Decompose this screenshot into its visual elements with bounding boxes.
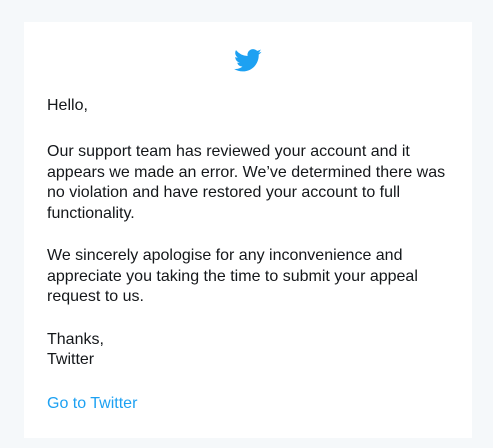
email-card: Hello, Our support team has reviewed you… (24, 22, 472, 438)
paragraph-account-restored: Our support team has reviewed your accou… (47, 143, 446, 222)
signoff-thanks: Thanks, (47, 331, 104, 348)
greeting-text: Hello, (47, 97, 88, 114)
go-to-twitter-link[interactable]: Go to Twitter (47, 394, 457, 415)
signoff-twitter: Twitter (47, 351, 95, 368)
twitter-bird-icon (234, 49, 262, 72)
paragraph-apology: We sincerely apologise for any inconveni… (47, 247, 418, 305)
